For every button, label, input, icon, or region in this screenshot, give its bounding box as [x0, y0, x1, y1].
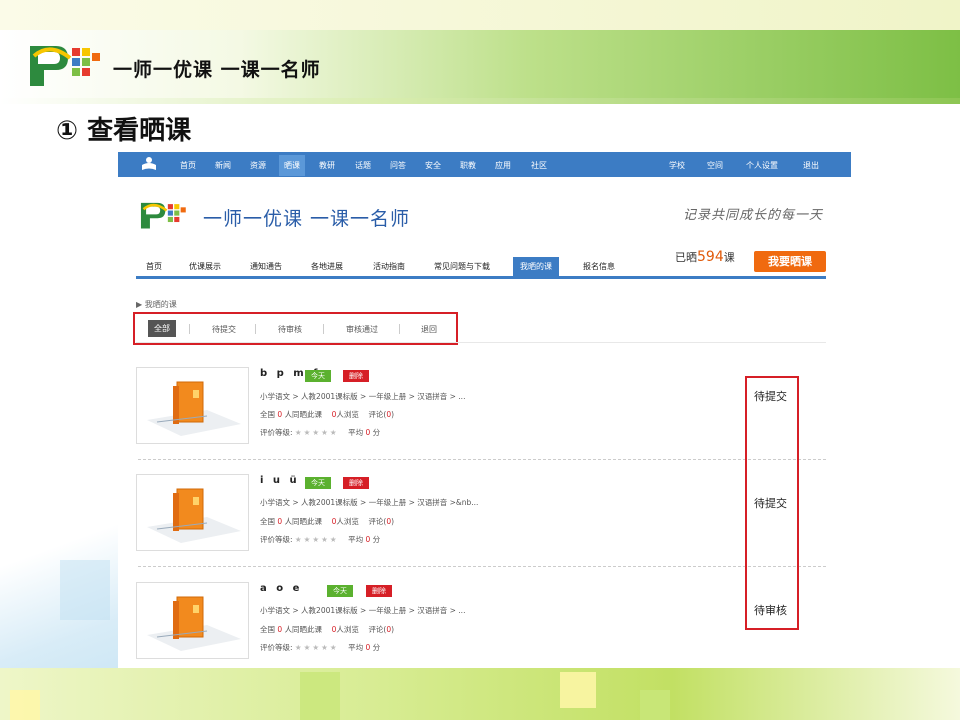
topnav-item-logout[interactable]: 退出 [799, 158, 823, 173]
filter-tab-returned[interactable]: 退回 [421, 324, 437, 335]
subnav-item-guide[interactable]: 活动指南 [373, 261, 405, 272]
slide-top-strip [0, 0, 960, 30]
subnav-item-notices[interactable]: 通知通告 [250, 261, 282, 272]
deco-square [60, 560, 110, 620]
course-stats: 全国 0 人同晒此课 0人浏览 评论(0) [260, 517, 395, 526]
topnav-item-space[interactable]: 空间 [703, 158, 727, 173]
course-stats: 全国 0 人同晒此课 0人浏览 评论(0) [260, 410, 395, 419]
rating-stars: ★★★★★ [294, 535, 339, 544]
slide-header-underline [0, 98, 960, 104]
site-slogan: 记录共同成长的每一天 [682, 208, 823, 223]
subnav-item-showcase[interactable]: 优课展示 [189, 261, 221, 272]
topnav-item-home[interactable]: 首页 [176, 158, 200, 173]
filter-tab-pending-review[interactable]: 待审核 [278, 324, 302, 335]
delete-button[interactable]: 删除 [366, 585, 392, 597]
topnav-item-news[interactable]: 新闻 [211, 158, 235, 173]
book-icon [147, 596, 241, 651]
course-path: 小学语文 > 人教2001课标版 > 一年级上册 > 汉语拼音 >&nb... [260, 498, 479, 507]
filter-tab-to-submit[interactable]: 待提交 [212, 324, 236, 335]
filter-separator [323, 324, 324, 334]
deco-square [10, 690, 40, 720]
filter-tab-approved[interactable]: 审核通过 [346, 324, 378, 335]
top-navigation-bar: 首页 新闻 资源 晒课 教研 话题 问答 安全 职教 应用 社区 学校 空间 个… [118, 152, 851, 177]
course-rating: 评价等级: ★★★★★ 平均 0 分 [260, 643, 381, 652]
today-tag: 今天 [305, 370, 331, 382]
book-icon [147, 381, 241, 436]
book-icon [147, 488, 241, 543]
topnav-item-community[interactable]: 社区 [527, 158, 551, 173]
filter-tab-all[interactable]: 全部 [148, 320, 176, 337]
course-title[interactable]: i u ü [260, 475, 300, 486]
row-divider [138, 566, 826, 567]
filter-separator [189, 324, 190, 334]
deco-square [560, 672, 596, 708]
course-path: 小学语文 > 人教2001课标版 > 一年级上册 > 汉语拼音 > ... [260, 606, 466, 615]
slide-logo-icon [30, 46, 100, 86]
row-divider [138, 459, 826, 460]
subnav-item-registration[interactable]: 报名信息 [583, 261, 615, 272]
topnav-item-resources[interactable]: 资源 [246, 158, 270, 173]
topnav-item-topics[interactable]: 话题 [351, 158, 375, 173]
slide-decoration-bottom [0, 668, 960, 720]
share-lesson-button[interactable]: 我要晒课 [754, 251, 826, 272]
topnav-item-vocational[interactable]: 职教 [456, 158, 480, 173]
topnav-item-apps[interactable]: 应用 [491, 158, 515, 173]
site-logo-text: 一师一优课 一课一名师 [203, 208, 411, 230]
topnav-item-settings[interactable]: 个人设置 [742, 158, 782, 173]
topnav-item-research[interactable]: 教研 [315, 158, 339, 173]
subnav-item-progress[interactable]: 各地进展 [311, 261, 343, 272]
course-thumbnail[interactable] [136, 582, 249, 659]
subnav-item-faq-downloads[interactable]: 常见问题与下载 [434, 261, 490, 272]
rating-stars: ★★★★★ [294, 428, 339, 437]
course-thumbnail[interactable] [136, 367, 249, 444]
site-logo-icon[interactable] [136, 199, 192, 231]
today-tag: 今天 [327, 585, 353, 597]
course-stats: 全国 0 人同晒此课 0人浏览 评论(0) [260, 625, 395, 634]
course-rating: 评价等级: ★★★★★ 平均 0 分 [260, 535, 381, 544]
topnav-item-safety[interactable]: 安全 [421, 158, 445, 173]
shared-count-number: 594 [697, 249, 724, 265]
topnav-item-share-lessons[interactable]: 晒课 [279, 155, 305, 176]
delete-button[interactable]: 删除 [343, 370, 369, 382]
subnav-item-home[interactable]: 首页 [146, 261, 162, 272]
status-highlight-box [745, 376, 799, 630]
subnav-item-my-lessons[interactable]: 我晒的课 [513, 257, 559, 276]
rating-stars: ★★★★★ [294, 643, 339, 652]
slide-logo-text: 一师一优课 一课一名师 [113, 59, 321, 81]
course-path: 小学语文 > 人教2001课标版 > 一年级上册 > 汉语拼音 > ... [260, 392, 466, 401]
today-tag: 今天 [305, 477, 331, 489]
course-thumbnail[interactable] [136, 474, 249, 551]
site-home-icon[interactable] [140, 155, 158, 173]
topnav-item-qa[interactable]: 问答 [386, 158, 410, 173]
topnav-item-school[interactable]: 学校 [665, 158, 689, 173]
course-title[interactable]: a o e [260, 583, 302, 594]
delete-button[interactable]: 删除 [343, 477, 369, 489]
breadcrumb: ▶ 我晒的课 [136, 300, 177, 309]
filter-separator [399, 324, 400, 334]
filter-separator [255, 324, 256, 334]
course-rating: 评价等级: ★★★★★ 平均 0 分 [260, 428, 381, 437]
list-top-divider [136, 342, 826, 343]
website-screenshot: 首页 新闻 资源 晒课 教研 话题 问答 安全 职教 应用 社区 学校 空间 个… [118, 152, 851, 668]
slide-heading: ① 查看晒课 [56, 116, 192, 146]
shared-count: 已晒594课 [675, 249, 735, 265]
deco-square [640, 690, 670, 720]
deco-square [300, 672, 340, 720]
